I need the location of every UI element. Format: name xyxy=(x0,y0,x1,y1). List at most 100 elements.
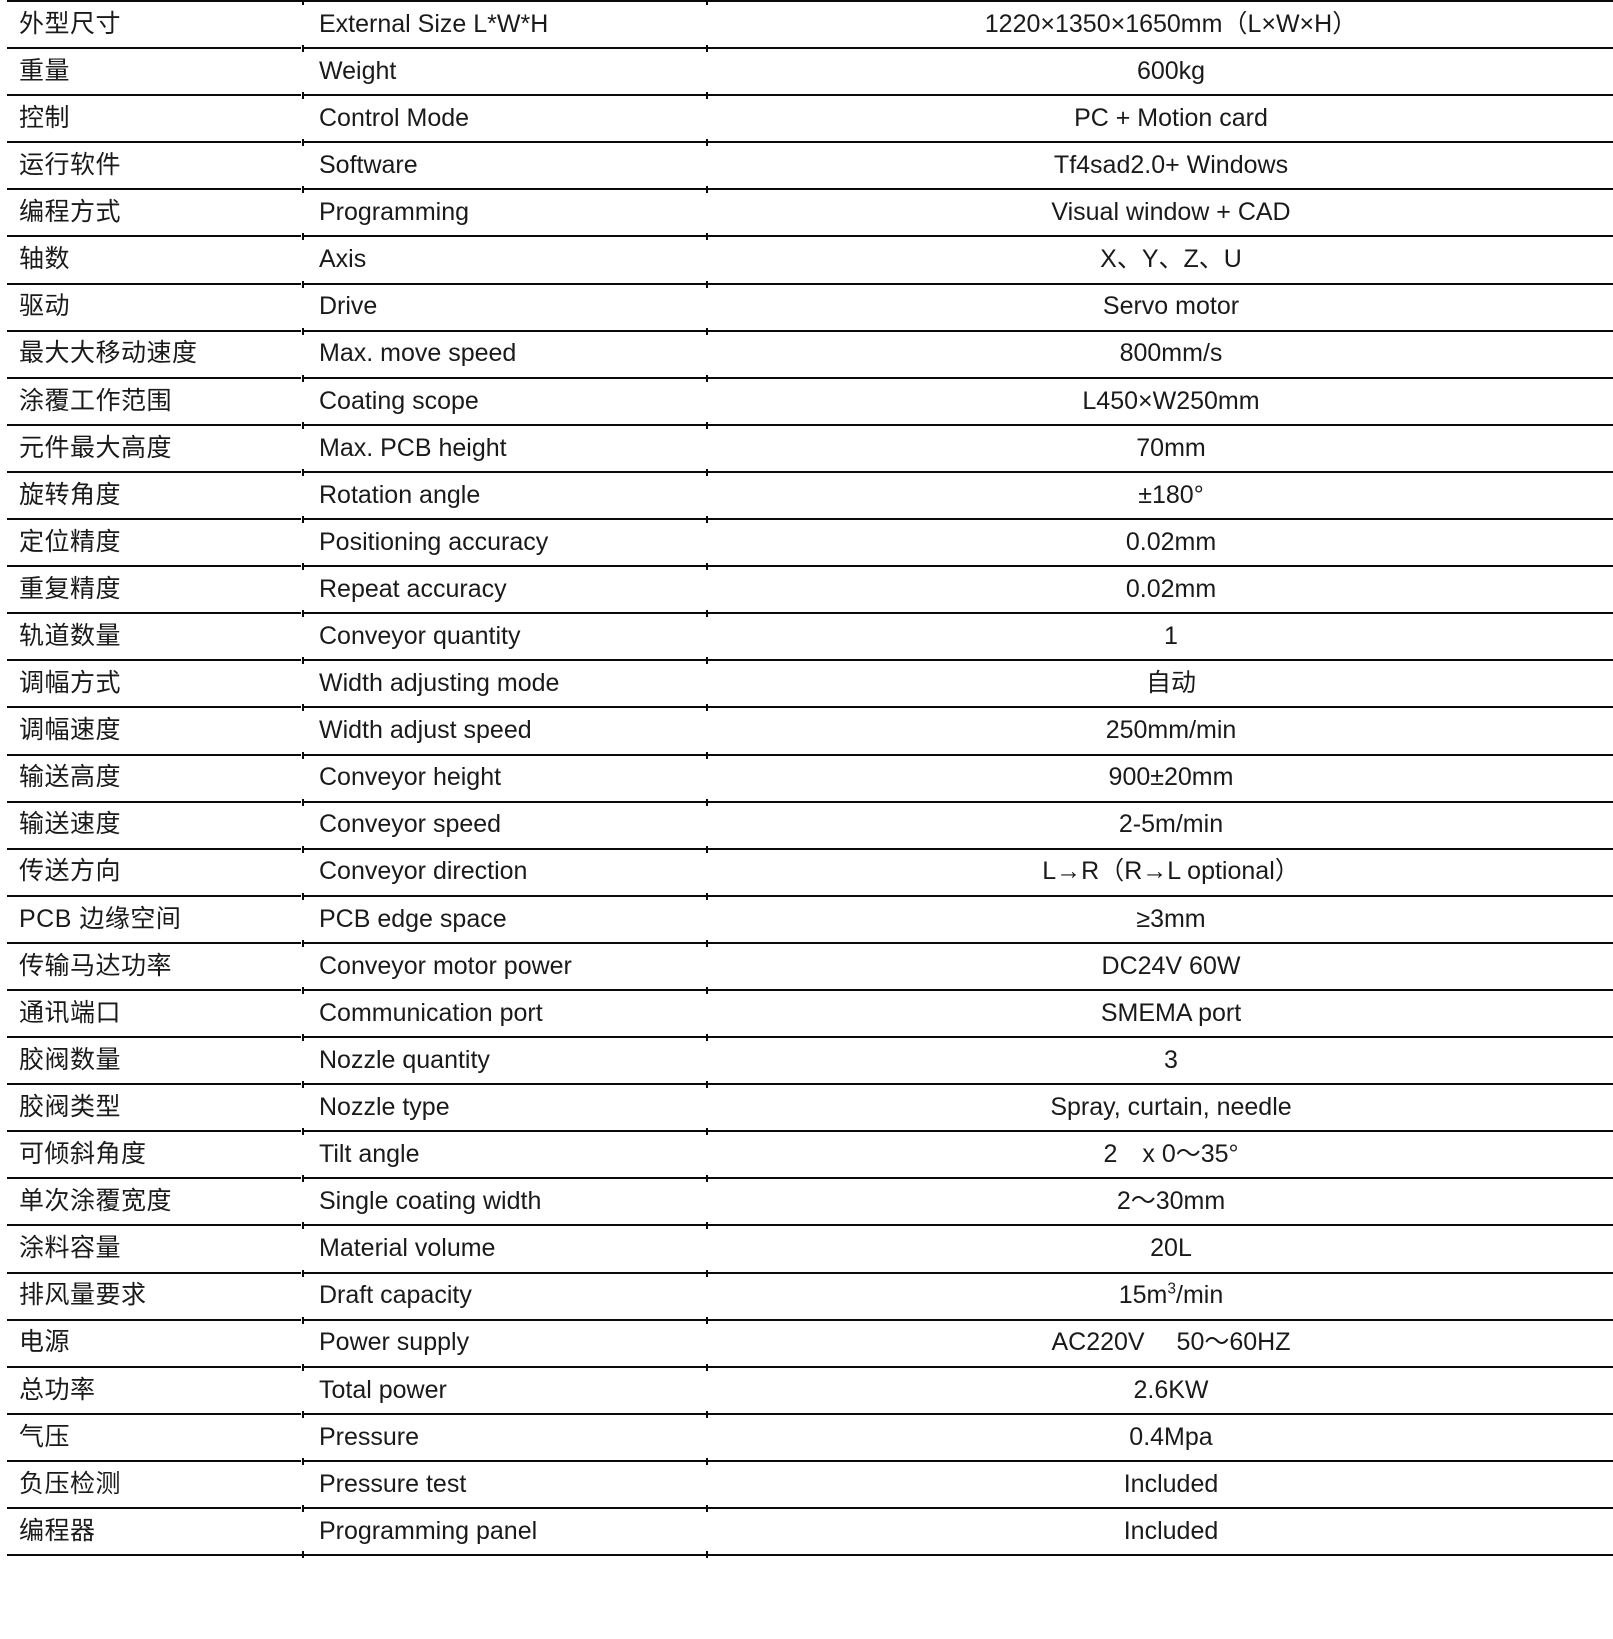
spec-row: 单次涂覆宽度 Single coating width 2～30mm xyxy=(7,1176,1613,1226)
spec-label-en: Drive xyxy=(301,281,707,331)
spec-value: 800mm/s xyxy=(706,328,1613,378)
spec-label-cn: 控制 xyxy=(7,94,302,143)
spec-row: 总功率 Total power 2.6KW xyxy=(7,1364,1613,1414)
spec-value: Spray, curtain, needle xyxy=(706,1082,1613,1132)
spec-row: 轴数 Axis X、Y、Z、U xyxy=(7,234,1613,284)
spec-label-en: Total power xyxy=(301,1364,707,1414)
spec-row: 驱动 Drive Servo motor xyxy=(7,281,1613,331)
spec-label-en: Nozzle quantity xyxy=(301,1035,707,1085)
spec-label-cn: 传输马达功率 xyxy=(7,941,302,990)
spec-label-cn: 排风量要求 xyxy=(7,1271,302,1320)
spec-row: 编程方式 Programming Visual window + CAD xyxy=(7,187,1613,237)
spec-value: 0.4Mpa xyxy=(706,1411,1613,1461)
spec-row: 运行软件 Software Tf4sad2.0+ Windows xyxy=(7,140,1613,190)
spec-row: 编程器 Programming panel Included xyxy=(7,1505,1613,1560)
spec-label-en: Nozzle type xyxy=(301,1082,707,1132)
spec-label-en: Communication port xyxy=(301,987,707,1038)
spec-label-cn: 单次涂覆宽度 xyxy=(7,1177,302,1226)
spec-row: 负压检测 Pressure test Included xyxy=(7,1458,1613,1508)
spec-label-en: Max. PCB height xyxy=(301,422,707,472)
specification-table-body: 外型尺寸 External Size L*W*H 1220×1350×1650mm（… xyxy=(7,0,1613,1560)
spec-label-cn: 元件最大高度 xyxy=(7,423,302,472)
spec-value: 2-5m/min xyxy=(706,799,1613,849)
spec-row: 传输马达功率 Conveyor motor power DC24V 60W xyxy=(7,940,1613,990)
spec-value: 0.02mm xyxy=(706,517,1613,567)
spec-label-en: Pressure test xyxy=(301,1458,707,1508)
spec-label-cn: 电源 xyxy=(7,1318,302,1367)
spec-value: 70mm xyxy=(706,422,1613,472)
spec-row: 传送方向 Conveyor direction L→R（R→L optional） xyxy=(7,846,1613,896)
spec-row: 电源 Power supply AC220V 50～60HZ xyxy=(7,1317,1613,1367)
spec-label-cn: 涂料容量 xyxy=(7,1224,302,1273)
spec-label-cn: 总功率 xyxy=(7,1365,302,1414)
spec-value: Included xyxy=(706,1505,1613,1560)
spec-label-cn: 最大大移动速度 xyxy=(7,329,302,378)
spec-value: ≥3mm xyxy=(706,893,1613,943)
spec-label-en: Control Mode xyxy=(301,93,707,143)
spec-value: Visual window + CAD xyxy=(706,187,1613,237)
spec-row: 轨道数量 Conveyor quantity 1 xyxy=(7,611,1613,661)
spec-value: PC + Motion card xyxy=(706,93,1613,143)
spec-value: 1220×1350×1650mm（L×W×H） xyxy=(706,0,1613,49)
spec-label-en: Width adjust speed xyxy=(301,705,707,755)
spec-label-en: Conveyor direction xyxy=(301,846,707,896)
spec-value: 20L xyxy=(706,1223,1613,1273)
spec-value: L→R（R→L optional） xyxy=(706,846,1613,896)
spec-label-cn: 重量 xyxy=(7,47,302,96)
spec-label-en: Power supply xyxy=(301,1317,707,1367)
spec-row: 调幅速度 Width adjust speed 250mm/min xyxy=(7,705,1613,755)
spec-value: 1 xyxy=(706,611,1613,661)
spec-label-cn: 气压 xyxy=(7,1412,302,1461)
spec-label-cn: 编程方式 xyxy=(7,188,302,237)
spec-label-en: Tilt angle xyxy=(301,1129,707,1179)
spec-label-en: Max. move speed xyxy=(301,328,707,378)
spec-label-en: Material volume xyxy=(301,1223,707,1273)
spec-label-en: Pressure xyxy=(301,1411,707,1461)
spec-row: 涂料容量 Material volume 20L xyxy=(7,1223,1613,1273)
spec-label-cn: 驱动 xyxy=(7,282,302,331)
spec-label-en: Single coating width xyxy=(301,1176,707,1226)
spec-label-en: Draft capacity xyxy=(301,1270,707,1320)
spec-row: 可倾斜角度 Tilt angle 2 x 0～35° xyxy=(7,1129,1613,1179)
spec-row: 重量 Weight 600kg xyxy=(7,46,1613,96)
spec-row: 最大大移动速度 Max. move speed 800mm/s xyxy=(7,328,1613,378)
specification-table: 外型尺寸 External Size L*W*H 1220×1350×1650mm（… xyxy=(7,0,1613,1560)
spec-row: 控制 Control Mode PC + Motion card xyxy=(7,93,1613,143)
spec-label-cn: 轨道数量 xyxy=(7,612,302,661)
spec-label-en: External Size L*W*H xyxy=(301,0,707,49)
spec-row: 涂覆工作范围 Coating scope L450×W250mm xyxy=(7,375,1613,425)
spec-row: 重复精度 Repeat accuracy 0.02mm xyxy=(7,564,1613,614)
spec-value: 900±20mm xyxy=(706,752,1613,802)
spec-label-cn: 涂覆工作范围 xyxy=(7,376,302,425)
spec-row: PCB 边缘空间 PCB edge space ≥3mm xyxy=(7,893,1613,943)
spec-label-en: Conveyor height xyxy=(301,752,707,802)
spec-value: Servo motor xyxy=(706,281,1613,331)
spec-label-en: Rotation angle xyxy=(301,469,707,520)
spec-label-cn: 外型尺寸 xyxy=(7,0,302,49)
spec-value: X、Y、Z、U xyxy=(706,234,1613,284)
spec-label-cn: 调幅速度 xyxy=(7,706,302,755)
spec-row: 定位精度 Positioning accuracy 0.02mm xyxy=(7,517,1613,567)
spec-row: 气压 Pressure 0.4Mpa xyxy=(7,1411,1613,1461)
spec-value: 15m3/min xyxy=(706,1270,1613,1320)
spec-value: Included xyxy=(706,1458,1613,1508)
spec-label-en: Axis xyxy=(301,234,707,284)
spec-label-cn: 定位精度 xyxy=(7,518,302,567)
spec-label-en: Coating scope xyxy=(301,375,707,425)
spec-label-cn: 旋转角度 xyxy=(7,470,302,520)
spec-row: 输送速度 Conveyor speed 2-5m/min xyxy=(7,799,1613,849)
spec-value: Tf4sad2.0+ Windows xyxy=(706,140,1613,190)
spec-value: 0.02mm xyxy=(706,564,1613,614)
spec-label-cn: 胶阀类型 xyxy=(7,1083,302,1132)
spec-label-cn: 运行软件 xyxy=(7,141,302,190)
spec-value: 2 x 0～35° xyxy=(706,1129,1613,1179)
spec-label-cn: 胶阀数量 xyxy=(7,1036,302,1085)
spec-label-cn: 输送高度 xyxy=(7,753,302,802)
spec-value: ±180° xyxy=(706,469,1613,520)
spec-label-en: Conveyor quantity xyxy=(301,611,707,661)
spec-label-en: Conveyor speed xyxy=(301,799,707,849)
spec-row: 外型尺寸 External Size L*W*H 1220×1350×1650mm（… xyxy=(7,0,1613,49)
spec-label-cn: 轴数 xyxy=(7,235,302,284)
spec-label-en: Software xyxy=(301,140,707,190)
spec-label-en: Repeat accuracy xyxy=(301,564,707,614)
